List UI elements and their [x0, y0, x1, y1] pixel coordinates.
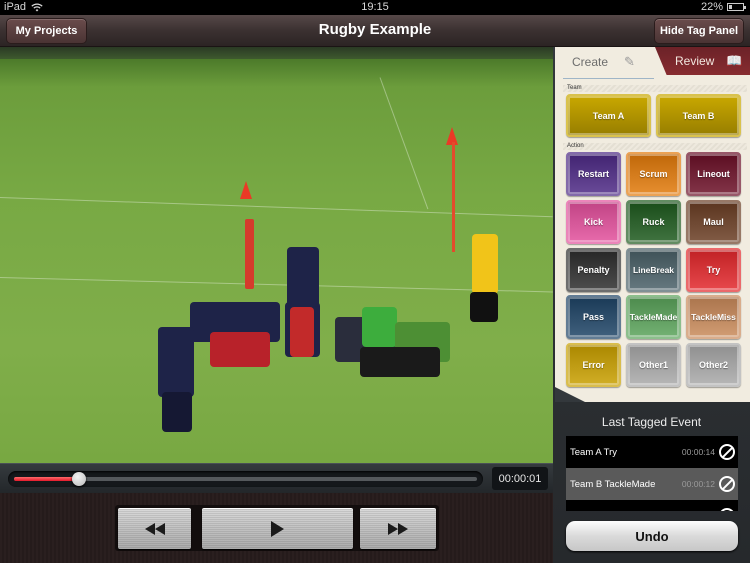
- tag-panel: Create ✎ Review 📖 Team Action Team A Team…: [553, 47, 750, 563]
- tab-review[interactable]: Review 📖: [655, 47, 750, 75]
- tab-create-label: Create: [572, 55, 609, 69]
- tag-panel-create: Create ✎ Review 📖 Team Action Team A Team…: [555, 47, 750, 402]
- team-button-team-a[interactable]: Team A: [566, 94, 651, 137]
- last-tagged-event-title: Last Tagged Event: [601, 415, 702, 429]
- player-number-9: [287, 247, 319, 307]
- action-button-ruck[interactable]: Ruck: [626, 200, 681, 244]
- event-time: 00:00:14: [681, 447, 715, 457]
- edit-icon: ✎: [624, 54, 635, 69]
- my-projects-button[interactable]: My Projects: [6, 18, 87, 44]
- event-label: Team A Try: [570, 446, 617, 458]
- fast-forward-button[interactable]: [360, 508, 436, 549]
- hide-tag-panel-button[interactable]: Hide Tag Panel: [654, 18, 744, 44]
- action-section-label: Action: [563, 143, 747, 150]
- battery-percent: 22%: [700, 1, 723, 13]
- edit-event-icon[interactable]: [719, 444, 735, 460]
- book-icon: 📖: [726, 53, 743, 68]
- navigation-bar: My Projects Rugby Example Hide Tag Panel: [0, 15, 750, 47]
- page-title: Rugby Example: [318, 21, 432, 38]
- action-button-kick[interactable]: Kick: [566, 200, 621, 244]
- action-button-restart[interactable]: Restart: [566, 152, 621, 196]
- timeline-slider[interactable]: [8, 471, 483, 487]
- action-button-tacklemiss[interactable]: TackleMiss: [686, 295, 741, 339]
- action-button-maul[interactable]: Maul: [686, 200, 741, 244]
- action-button-pass[interactable]: Pass: [566, 295, 621, 339]
- play-button[interactable]: [202, 508, 353, 549]
- event-time: 00:00:12: [681, 479, 715, 489]
- referee-shorts: [470, 292, 498, 322]
- rewind-button[interactable]: [118, 508, 191, 549]
- event-label: Team B TackleMade: [570, 478, 656, 490]
- flag-pole: [452, 142, 455, 252]
- player-number-9-legs: [290, 307, 314, 357]
- video-view[interactable]: [0, 47, 553, 463]
- tab-create[interactable]: Create ✎: [557, 47, 655, 77]
- timecode-display: 00:00:01: [492, 467, 548, 490]
- pitch-line: [379, 77, 429, 210]
- player-number-12-shorts: [162, 392, 192, 432]
- undo-button[interactable]: Undo: [566, 521, 738, 551]
- video-background-hedge: [0, 47, 553, 59]
- battery-icon: [727, 3, 746, 11]
- timeline-progress: [14, 477, 79, 481]
- edit-event-icon[interactable]: [719, 508, 735, 511]
- action-button-try[interactable]: Try: [686, 248, 741, 292]
- team-button-team-b[interactable]: Team B: [656, 94, 741, 137]
- status-bar: iPad 19:15 22%: [0, 0, 750, 15]
- action-button-linebreak[interactable]: LineBreak: [626, 248, 681, 292]
- timeline-thumb[interactable]: [71, 472, 86, 486]
- referee: [472, 234, 498, 294]
- action-button-scrum[interactable]: Scrum: [626, 152, 681, 196]
- action-button-penalty[interactable]: Penalty: [566, 248, 621, 292]
- team-section-label: Team: [563, 85, 747, 92]
- action-button-other2[interactable]: Other2: [686, 343, 741, 387]
- action-button-tacklemade[interactable]: TackleMade: [626, 295, 681, 339]
- fast-forward-icon: [388, 522, 408, 535]
- transport-controls: [0, 493, 553, 563]
- play-icon: [271, 520, 284, 537]
- corner-flag: [240, 181, 252, 199]
- action-button-lineout[interactable]: Lineout: [686, 152, 741, 196]
- tagged-event-row[interactable]: [566, 500, 738, 511]
- clock: 19:15: [361, 1, 389, 13]
- active-tab-indicator: [563, 78, 654, 79]
- app-root: iPad 19:15 22% My Projects Rugby Example…: [0, 0, 750, 563]
- rewind-icon: [144, 522, 165, 535]
- tagged-event-row[interactable]: Team B TackleMade 00:00:12: [566, 468, 738, 500]
- battery-level: [729, 5, 733, 9]
- edit-event-icon[interactable]: [719, 476, 735, 492]
- action-button-other1[interactable]: Other1: [626, 343, 681, 387]
- last-tagged-event-list[interactable]: Team A Try 00:00:14 Team B TackleMade 00…: [566, 436, 738, 511]
- player-number-12: [158, 327, 194, 397]
- action-button-error[interactable]: Error: [566, 343, 621, 387]
- tab-review-label: Review: [675, 54, 715, 68]
- scrubber-bar: 00:00:01: [0, 463, 553, 493]
- pitch-line: [0, 197, 553, 218]
- tagged-event-row[interactable]: Team A Try 00:00:14: [566, 436, 738, 468]
